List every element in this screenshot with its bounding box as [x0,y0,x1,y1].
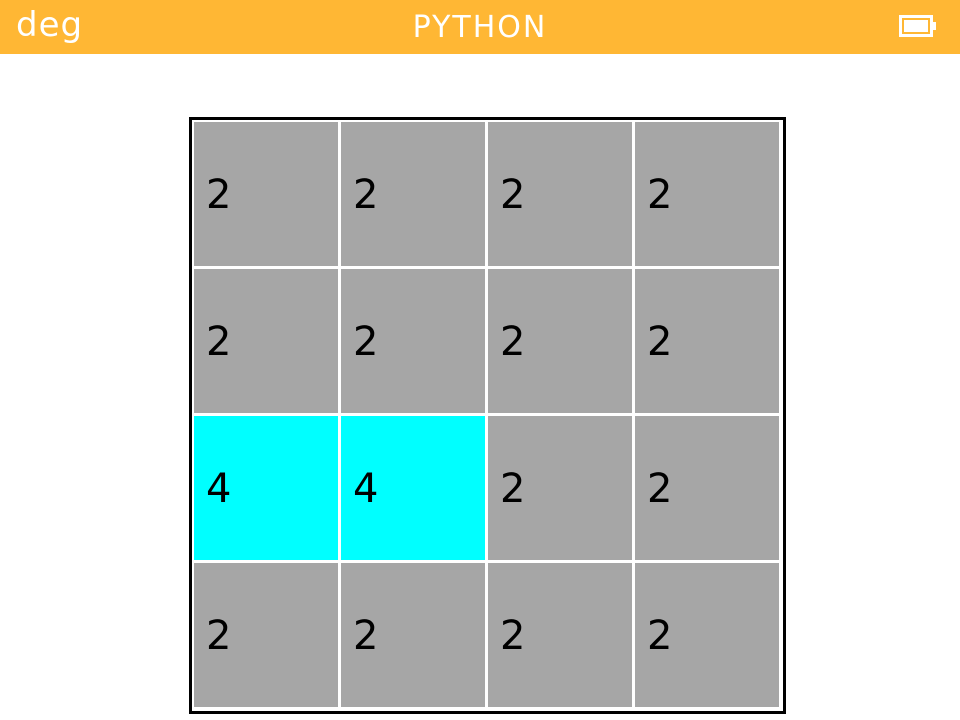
tile-value: 4 [353,466,379,512]
tile-value: 2 [500,319,526,365]
tile: 2 [635,563,779,707]
battery-full-icon [899,15,936,37]
tile-value: 2 [500,613,526,659]
tile-value: 2 [647,319,673,365]
tile: 2 [635,269,779,413]
tile: 2 [488,269,632,413]
highlighted-tile: 4 [194,416,338,560]
tile-value: 2 [647,613,673,659]
tile: 2 [341,563,485,707]
tile-value: 2 [353,613,379,659]
tile-value: 2 [353,172,379,218]
tile-value: 2 [353,319,379,365]
tile: 2 [488,416,632,560]
tile: 2 [194,269,338,413]
tile-value: 4 [206,466,232,512]
tile: 2 [341,269,485,413]
app-title: PYTHON [412,10,548,45]
tile: 2 [341,122,485,266]
tile-value: 2 [206,613,232,659]
status-bar: deg PYTHON [0,0,960,54]
tile-value: 2 [500,466,526,512]
highlighted-tile: 4 [341,416,485,560]
tile: 2 [194,122,338,266]
tile-value: 2 [647,466,673,512]
tile-value: 2 [206,319,232,365]
tile: 2 [635,122,779,266]
tile: 2 [488,122,632,266]
tile-value: 2 [206,172,232,218]
tile-value: 2 [647,172,673,218]
tile: 2 [488,563,632,707]
tile-value: 2 [500,172,526,218]
tile: 2 [635,416,779,560]
tile: 2 [194,563,338,707]
game-board: 2 2 2 2 2 2 2 2 4 4 2 2 2 2 2 2 [189,117,786,714]
